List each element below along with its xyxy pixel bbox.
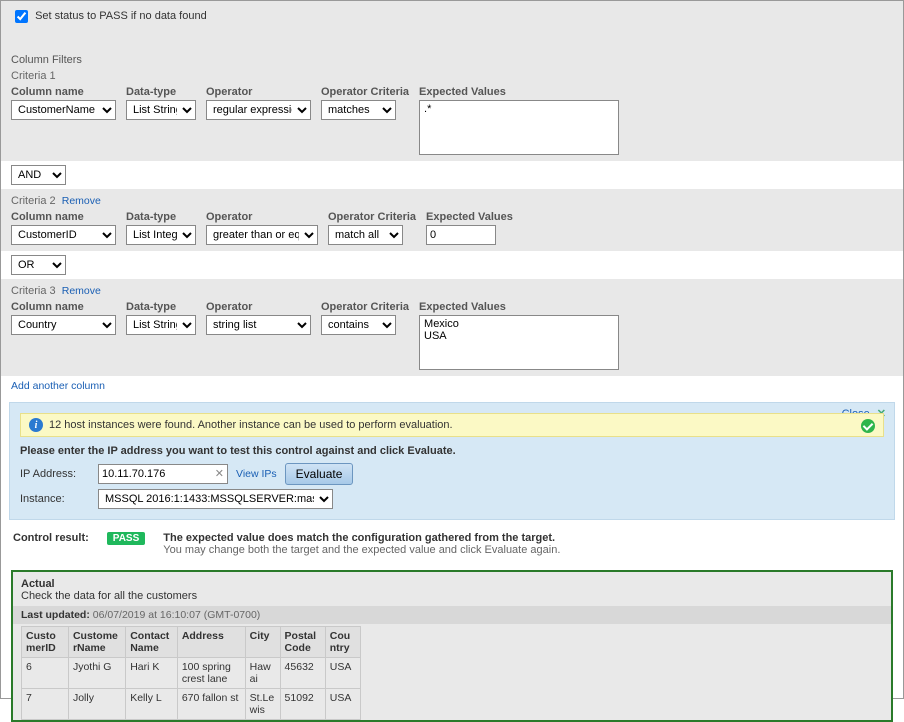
table-cell: St.Lewis: [245, 689, 280, 720]
result-line1: The expected value does match the config…: [163, 532, 560, 544]
view-ips-link[interactable]: View IPs: [236, 468, 277, 480]
pass-if-no-data-checkbox[interactable]: [15, 10, 28, 23]
criteria3-dtype-select[interactable]: List String: [126, 315, 196, 335]
criteria3-remove-link[interactable]: Remove: [62, 285, 101, 297]
c3-header-op: Operator: [206, 301, 311, 313]
table-header: Country: [325, 627, 360, 658]
criteria-3-title: Criteria 3: [11, 285, 56, 297]
clear-input-icon[interactable]: ✕: [215, 467, 224, 480]
conjunction-2-select[interactable]: OR: [11, 255, 66, 275]
c2-header-op: Operator: [206, 211, 318, 223]
table-cell: Jolly: [68, 689, 125, 720]
c3-header-ev: Expected Values: [419, 301, 619, 313]
table-row: 6Jyothi GHari K100 spring crest laneHawa…: [22, 658, 361, 689]
c3-header-oc: Operator Criteria: [321, 301, 409, 313]
c2-header-column: Column name: [11, 211, 116, 223]
last-updated-value: 06/07/2019 at 16:10:07 (GMT-0700): [93, 609, 261, 621]
table-cell: Kelly L: [126, 689, 178, 720]
table-cell: Hawai: [245, 658, 280, 689]
actual-results-box: Actual Check the data for all the custom…: [11, 570, 893, 722]
column-filters-heading: Column Filters: [11, 54, 893, 66]
table-header: CustomerName: [68, 627, 125, 658]
criteria1-opcrit-select[interactable]: matches: [321, 100, 396, 120]
table-cell: 6: [22, 658, 69, 689]
criteria1-dtype-select[interactable]: List String: [126, 100, 196, 120]
criteria2-expected-input[interactable]: [426, 225, 496, 245]
criteria3-expected-textarea[interactable]: [419, 315, 619, 370]
criteria1-column-select[interactable]: CustomerName: [11, 100, 116, 120]
criteria2-operator-select[interactable]: greater than or equal to: [206, 225, 318, 245]
table-cell: 51092: [280, 689, 325, 720]
conjunction-1-select[interactable]: AND: [11, 165, 66, 185]
col-header-operator-criteria: Operator Criteria: [321, 86, 409, 98]
table-cell: Jyothi G: [68, 658, 125, 689]
table-cell: Hari K: [126, 658, 178, 689]
table-header: Address: [177, 627, 245, 658]
evaluation-panel: Close ✕ i 12 host instances were found. …: [9, 402, 895, 520]
col-header-column-name: Column name: [11, 86, 116, 98]
c3-header-dtype: Data-type: [126, 301, 196, 313]
result-line2: You may change both the target and the e…: [163, 544, 560, 556]
check-icon: [861, 419, 875, 433]
criteria2-dtype-select[interactable]: List Integer: [126, 225, 196, 245]
table-cell: USA: [325, 689, 360, 720]
table-header: PostalCode: [280, 627, 325, 658]
criteria3-opcrit-select[interactable]: contains: [321, 315, 396, 335]
table-cell: 100 spring crest lane: [177, 658, 245, 689]
instance-notice: i 12 host instances were found. Another …: [20, 413, 884, 437]
col-header-operator: Operator: [206, 86, 311, 98]
pass-if-no-data-checkbox-label[interactable]: Set status to PASS if no data found: [11, 10, 207, 22]
col-header-data-type: Data-type: [126, 86, 196, 98]
add-another-column-link[interactable]: Add another column: [11, 380, 105, 392]
results-table: CustomerIDCustomerNameContactNameAddress…: [21, 626, 361, 720]
criteria2-opcrit-select[interactable]: match all: [328, 225, 403, 245]
notice-text: 12 host instances were found. Another in…: [49, 419, 453, 431]
actual-heading: Actual: [21, 578, 883, 590]
table-header: ContactName: [126, 627, 178, 658]
table-cell: USA: [325, 658, 360, 689]
c3-header-column: Column name: [11, 301, 116, 313]
criteria3-operator-select[interactable]: string list: [206, 315, 311, 335]
table-cell: 670 fallon st: [177, 689, 245, 720]
last-updated-label: Last updated:: [21, 609, 90, 621]
c2-header-dtype: Data-type: [126, 211, 196, 223]
control-result-label: Control result:: [13, 532, 89, 544]
criteria1-expected-textarea[interactable]: [419, 100, 619, 155]
ip-address-input[interactable]: [98, 464, 228, 484]
criteria-2-title: Criteria 2: [11, 195, 56, 207]
c2-header-oc: Operator Criteria: [328, 211, 416, 223]
ip-address-label: IP Address:: [20, 468, 90, 480]
instance-label: Instance:: [20, 493, 90, 505]
criteria1-operator-select[interactable]: regular expression list: [206, 100, 311, 120]
table-row: 7JollyKelly L670 fallon stSt.Lewis51092U…: [22, 689, 361, 720]
pass-if-no-data-text: Set status to PASS if no data found: [35, 10, 207, 22]
table-cell: 7: [22, 689, 69, 720]
c2-header-ev: Expected Values: [426, 211, 513, 223]
actual-subheading: Check the data for all the customers: [21, 590, 883, 602]
table-header: CustomerID: [22, 627, 69, 658]
info-icon: i: [29, 418, 43, 432]
criteria3-column-select[interactable]: Country: [11, 315, 116, 335]
criteria-1-title: Criteria 1: [11, 70, 893, 82]
evaluate-prompt: Please enter the IP address you want to …: [20, 445, 884, 457]
table-cell: 45632: [280, 658, 325, 689]
criteria2-column-select[interactable]: CustomerID: [11, 225, 116, 245]
criteria2-remove-link[interactable]: Remove: [62, 195, 101, 207]
col-header-expected: Expected Values: [419, 86, 619, 98]
evaluate-button[interactable]: Evaluate: [285, 463, 354, 485]
table-header: City: [245, 627, 280, 658]
pass-badge: PASS: [107, 532, 146, 545]
instance-select[interactable]: MSSQL 2016:1:1433:MSSQLSERVER:master: [98, 489, 333, 509]
